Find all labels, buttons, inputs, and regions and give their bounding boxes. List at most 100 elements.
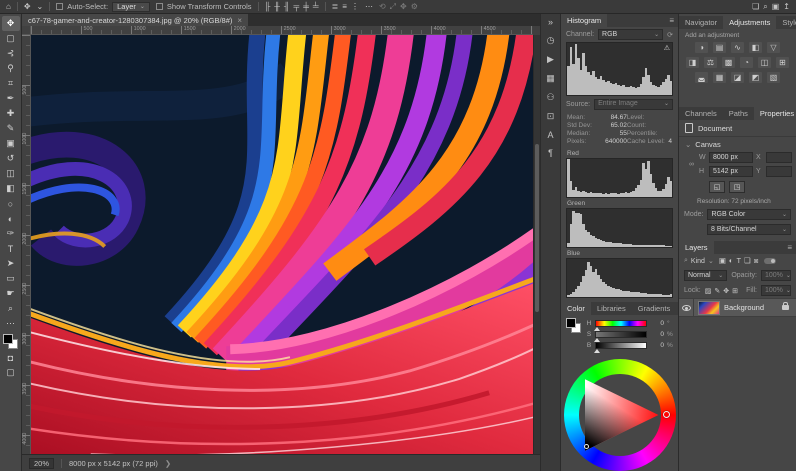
tool-type[interactable]: T [2, 241, 20, 256]
orient-landscape-icon[interactable]: ◱ [709, 181, 725, 193]
filter-shape-layers-icon[interactable]: ❏ [744, 256, 751, 266]
tab-gradients[interactable]: Gradients [632, 302, 677, 315]
info-panel-icon[interactable]: ⊡ [547, 111, 555, 122]
history-panel-icon[interactable]: ◷ [547, 35, 555, 46]
foreground-color-swatch[interactable] [566, 318, 576, 328]
layer-name[interactable]: Background [724, 303, 764, 312]
levels-icon[interactable]: ▤ [713, 42, 726, 53]
search-icon[interactable]: ⌕ [763, 0, 767, 13]
tool-gradient[interactable]: ◧ [2, 181, 20, 196]
filter-pixel-layers-icon[interactable]: ▣ [719, 256, 726, 266]
tool-move[interactable]: ✥ [2, 16, 20, 31]
tool-history-brush[interactable]: ↺ [2, 151, 20, 166]
tool-lasso[interactable]: ⊰ [2, 46, 20, 61]
exposure-icon[interactable]: ◧ [749, 42, 762, 53]
tool-path-select[interactable]: ➤ [2, 256, 20, 271]
tool-blur[interactable]: ○ [2, 196, 20, 211]
distribute-vertical-icon[interactable]: ≡ [342, 0, 347, 13]
canvas-artwork[interactable] [31, 35, 533, 454]
layer-filter-dropdown[interactable]: Kind [691, 258, 705, 265]
status-menu-chevron-icon[interactable]: ❯ [165, 459, 171, 468]
brightness-slider[interactable] [595, 342, 647, 349]
workspace-icon[interactable]: ▣ [772, 0, 780, 13]
actions-panel-icon[interactable]: ▶ [547, 54, 554, 65]
warning-icon[interactable]: ⚠ [664, 44, 670, 52]
hue-value[interactable]: 0 [650, 320, 664, 327]
libraries-panel-icon[interactable]: ⚇ [546, 92, 554, 103]
auto-select-target-dropdown[interactable]: Layer⌄ [112, 2, 150, 12]
tab-styles[interactable]: Styles [776, 16, 796, 29]
lock-pixels-icon[interactable]: ✎ [714, 287, 720, 295]
collapse-chevron-icon[interactable]: ⌄ [685, 140, 691, 149]
color-lookup-icon[interactable]: ⊞ [776, 57, 789, 68]
height-field[interactable]: 5142 px [709, 166, 753, 177]
3d-slide-icon[interactable]: ✥ [400, 0, 407, 13]
tab-channels[interactable]: Channels [679, 107, 723, 120]
ruler-top[interactable]: 500100015002000250030003500400045005000 [31, 26, 533, 35]
close-icon[interactable]: × [237, 16, 242, 25]
gradient-map-icon[interactable]: ▧ [767, 72, 780, 83]
layer-thumbnail[interactable] [698, 301, 720, 315]
tab-histogram[interactable]: Histogram [561, 14, 607, 27]
color-marker[interactable] [584, 444, 589, 449]
tab-adjustments[interactable]: Adjustments [723, 16, 776, 29]
vertical-scrollbar[interactable] [533, 35, 540, 454]
brightness-value[interactable]: 0 [650, 342, 664, 349]
character-panel-icon[interactable]: A [547, 130, 553, 140]
photo-filter-icon[interactable]: ◔ [740, 57, 753, 68]
ruler-corner[interactable] [22, 26, 31, 35]
tool-spot-healing[interactable]: ✚ [2, 106, 20, 121]
distribute-spacing-icon[interactable]: ⋮ [351, 0, 359, 13]
tool-brush[interactable]: ✎ [2, 121, 20, 136]
share-icon[interactable]: ↥ [783, 0, 790, 13]
source-dropdown[interactable]: Entire Image⌄ [594, 99, 673, 110]
foreground-color-swatch[interactable] [3, 334, 13, 344]
hue-slider[interactable] [595, 320, 647, 327]
align-bottom-edges-icon[interactable]: ╧ [313, 0, 319, 13]
filter-adjustment-layers-icon[interactable]: ◐ [729, 256, 734, 266]
canvas-section-header[interactable]: ⌄ Canvas [679, 137, 796, 152]
black-white-icon[interactable]: ▩ [722, 57, 735, 68]
tab-properties[interactable]: Properties [754, 107, 796, 120]
refresh-icon[interactable]: ⟳ [667, 31, 673, 39]
3d-pan-icon[interactable]: ⤢ [390, 0, 396, 13]
tab-paths[interactable]: Paths [723, 107, 754, 120]
zoom-level-field[interactable]: 20% [29, 458, 54, 469]
channel-dropdown[interactable]: RGB⌄ [598, 29, 663, 40]
foreground-background-swatches[interactable] [3, 334, 19, 350]
tool-dodge[interactable]: ◐ [2, 211, 20, 226]
document-tab[interactable]: c67-78-gamer-and-creator-1280307384.jpg … [22, 14, 248, 26]
tab-navigator[interactable]: Navigator [679, 16, 723, 29]
tab-libraries[interactable]: Libraries [591, 302, 632, 315]
scrollbar-thumb[interactable] [535, 144, 539, 312]
search-icon[interactable]: ⌕ [684, 257, 688, 265]
home-icon[interactable]: ⌂ [6, 0, 11, 13]
lock-artboard-icon[interactable]: ⊞ [732, 287, 738, 295]
color-balance-icon[interactable]: ⚖ [704, 57, 717, 68]
hue-marker[interactable] [663, 411, 670, 418]
tool-eyedropper[interactable]: ✒ [2, 91, 20, 106]
distribute-horizontal-icon[interactable]: ≣ [332, 0, 339, 13]
filter-smart-objects-icon[interactable]: ⧈ [754, 256, 759, 266]
x-field[interactable] [766, 152, 792, 163]
tool-zoom[interactable]: ⌕ [2, 301, 20, 316]
vibrance-icon[interactable]: ▽ [767, 42, 780, 53]
auto-select-checkbox[interactable] [56, 3, 63, 10]
color-wheel[interactable] [564, 359, 676, 471]
tab-color[interactable]: Color [561, 302, 591, 315]
tool-hand[interactable]: ☛ [2, 286, 20, 301]
blend-mode-dropdown[interactable]: Normal⌄ [684, 270, 727, 281]
3d-orbit-icon[interactable]: ⟲ [379, 0, 386, 13]
tool-crop[interactable]: ⌗ [2, 76, 20, 91]
saturation-slider[interactable] [595, 331, 647, 338]
tool-quick-selection[interactable]: ⚲ [2, 61, 20, 76]
move-tool-icon[interactable]: ✥ [24, 0, 31, 13]
filter-type-layers-icon[interactable]: T [736, 256, 741, 266]
lock-icon[interactable] [782, 305, 789, 310]
more-options-icon[interactable]: ⋯ [365, 0, 373, 13]
y-field[interactable] [766, 166, 792, 177]
saturation-value[interactable]: 0 [650, 331, 664, 338]
screen-mode-button[interactable]: ▢ [2, 365, 20, 380]
bit-depth-dropdown[interactable]: 8 Bits/Channel⌄ [707, 224, 791, 235]
orient-portrait-icon[interactable]: ◳ [729, 181, 745, 193]
